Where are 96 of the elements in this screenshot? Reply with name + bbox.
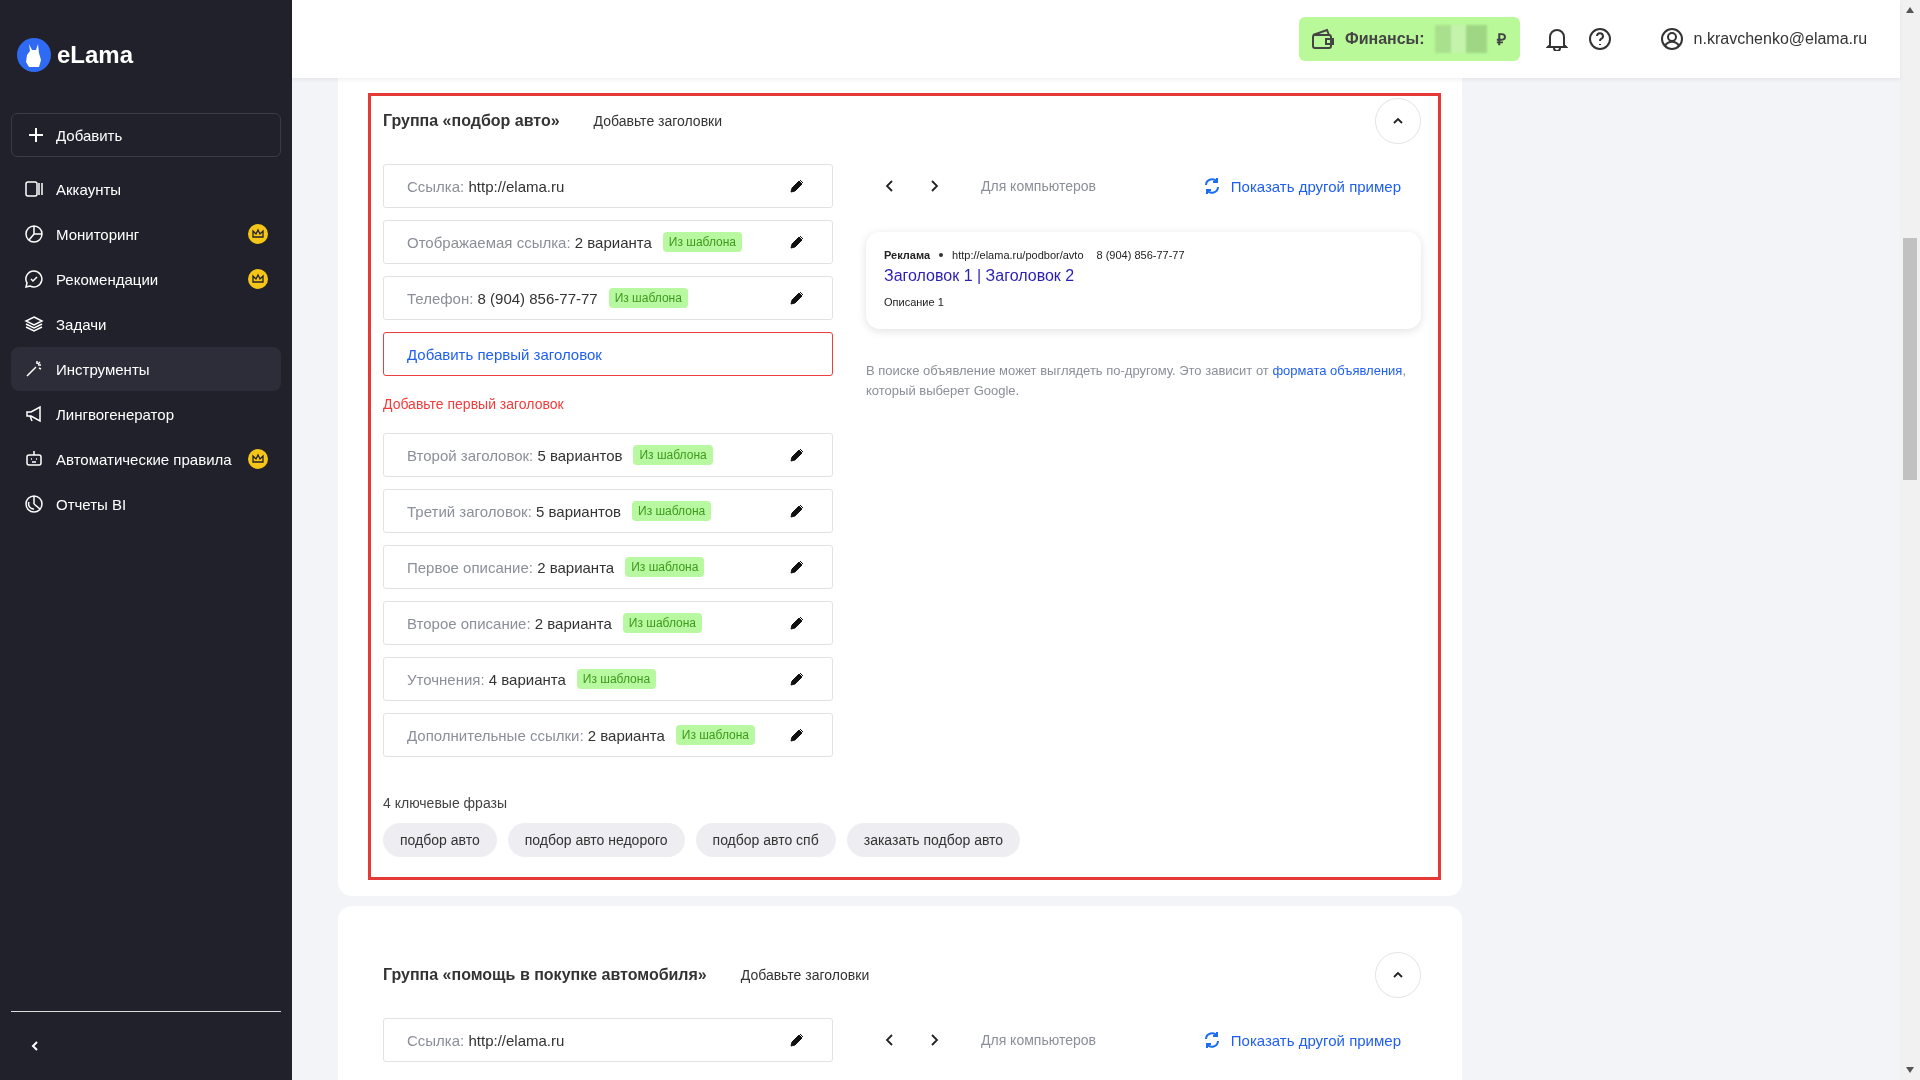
template-tag: Из шаблона [662, 232, 743, 252]
sidebar-item[interactable]: Лингвогенератор [11, 392, 281, 436]
keyword-chip: заказать подбор авто [846, 823, 1021, 857]
edit-icon[interactable] [790, 672, 804, 686]
field-row[interactable]: Ссылка: http://elama.ru [383, 164, 833, 208]
template-tag: Из шаблона [622, 613, 703, 633]
template-tag: Из шаблона [675, 725, 755, 745]
finance-label: Финансы: [1345, 30, 1425, 48]
field-text: Второй заголовок: 5 вариантов [407, 446, 623, 464]
edit-icon[interactable] [790, 179, 804, 193]
bell-icon[interactable] [1545, 27, 1568, 51]
keyword-chip: подбор авто спб [695, 823, 836, 857]
scroll-up-arrow-icon[interactable] [1905, 6, 1915, 14]
separator-dot [939, 253, 944, 257]
show-another-example-link[interactable]: Показать другой пример [1230, 1031, 1421, 1049]
field-row[interactable]: Второе описание: 2 варианта Из шаблона [383, 601, 833, 645]
currency-sign: ₽ [1496, 30, 1506, 50]
refresh-icon[interactable] [1202, 1031, 1221, 1049]
sidebar-item[interactable]: Автоматические правила [11, 437, 281, 481]
user-icon[interactable] [1659, 27, 1684, 51]
edit-icon[interactable] [790, 291, 804, 305]
field-row[interactable]: Дополнительные ссылки: 2 варианта Из шаблона [383, 713, 833, 757]
ad-url: http://elama.ru/podbor/avto [952, 249, 1084, 261]
field-row[interactable]: Телефон: 8 (904) 856-77-77 Из шаблона [383, 276, 833, 320]
ad-label: Реклама [884, 249, 931, 261]
sidebar-item[interactable]: Задачи [11, 302, 281, 346]
robot-icon [24, 449, 44, 469]
field-text: Первое описание: 2 варианта [407, 558, 615, 576]
field-row[interactable]: Второй заголовок: 5 вариантов Из шаблона [383, 433, 833, 477]
sidebar-item[interactable]: Отчеты BI [11, 482, 281, 526]
add-button[interactable]: Добавить [11, 113, 281, 157]
edit-icon[interactable] [790, 1033, 804, 1047]
keyword-chip: подбор авто [383, 823, 497, 857]
report-chart-icon [24, 494, 44, 514]
wallet-icon [1311, 28, 1335, 50]
edit-icon[interactable] [790, 448, 804, 462]
device-label: Для компьютеров [981, 178, 1096, 194]
field-text: Уточнения: 4 варианта [407, 670, 566, 688]
scrollbar-track[interactable] [1900, 0, 1920, 1080]
field-row[interactable]: Уточнения: 4 варианта Из шаблона [383, 657, 833, 701]
field-row[interactable]: Третий заголовок: 5 вариантов Из шаблона [383, 489, 833, 533]
group-hint: Добавьте заголовки [740, 967, 870, 983]
edit-icon[interactable] [790, 235, 804, 249]
edit-icon[interactable] [790, 728, 804, 742]
scroll-down-arrow-icon[interactable] [1905, 1066, 1915, 1074]
magic-wand-icon [24, 359, 44, 379]
device-label: Для компьютеров [981, 1032, 1096, 1048]
sidebar-item[interactable]: Инструменты [11, 347, 281, 391]
plus-icon [28, 127, 44, 143]
edit-icon[interactable] [790, 616, 804, 630]
logo-text: eLama [57, 41, 134, 69]
template-tag: Из шаблона [576, 669, 657, 689]
user-email[interactable]: n.kravchenko@elama.ru [1693, 30, 1868, 48]
field-text: Отображаемая ссылка: 2 варианта [407, 233, 652, 251]
finance-button[interactable]: Финансы: ₽ [1299, 17, 1520, 61]
field-text: Ссылка: http://elama.ru [407, 1031, 565, 1049]
field-text: Второе описание: 2 варианта [407, 614, 612, 632]
blurred-amount [1434, 25, 1487, 53]
group-title: Группа «подбор авто» [383, 112, 560, 130]
field-text: Третий заголовок: 5 вариантов [407, 502, 621, 520]
chat-check-icon [24, 269, 44, 289]
edit-icon[interactable] [790, 504, 804, 518]
show-another-example-link[interactable]: Показать другой пример [1230, 177, 1421, 195]
help-icon[interactable] [1587, 27, 1612, 51]
layers-icon [24, 314, 44, 334]
scrollbar-thumb[interactable] [1903, 238, 1917, 480]
ad-headline[interactable]: Заголовок 1 | Заголовок 2 [884, 267, 1403, 285]
pie-chart-icon [24, 224, 44, 244]
group-hint: Добавьте заголовки [593, 113, 723, 129]
llama-logo-icon [17, 38, 51, 72]
template-tag: Из шаблона [632, 501, 712, 521]
add-headline-button[interactable]: Добавить первый заголовок [383, 332, 833, 376]
error-message: Добавьте первый заголовок [383, 396, 565, 412]
field-row[interactable]: Отображаемая ссылка: 2 варианта Из шаблона [383, 220, 833, 264]
sidebar-item[interactable]: Мониторинг [11, 212, 281, 256]
group-title: Группа «помощь в покупке автомобиля» [383, 966, 707, 984]
sidebar-item[interactable]: Рекомендации [11, 257, 281, 301]
edit-icon[interactable] [790, 560, 804, 574]
megaphone-icon [24, 404, 44, 424]
ad-description: Описание 1 [884, 296, 945, 308]
field-row[interactable]: Ссылка: http://elama.ru [383, 1018, 833, 1062]
keywords-count: 4 ключевые фразы [383, 795, 508, 811]
sidebar-item[interactable]: Аккаунты [11, 167, 281, 211]
template-tag: Из шаблона [625, 557, 705, 577]
preview-note: В поиске объявление может выглядеть по-другому. Это зависит от формата объявления, который выберет Google. [866, 362, 1407, 400]
refresh-icon[interactable] [1202, 177, 1221, 195]
ad-phone: 8 (904) 856-77-77 [1096, 249, 1185, 261]
cards-icon [24, 179, 44, 199]
keyword-chip: подбор авто недорого [507, 823, 685, 857]
field-row[interactable]: Первое описание: 2 варианта Из шаблона [383, 545, 833, 589]
field-text: Телефон: 8 (904) 856-77-77 [407, 289, 598, 307]
field-text: Дополнительные ссылки: 2 варианта [407, 726, 665, 744]
collapse-chevron-icon[interactable] [29, 1040, 41, 1052]
field-text: Ссылка: http://elama.ru [407, 177, 565, 195]
template-tag: Из шаблона [633, 445, 713, 465]
template-tag: Из шаблона [608, 288, 688, 308]
